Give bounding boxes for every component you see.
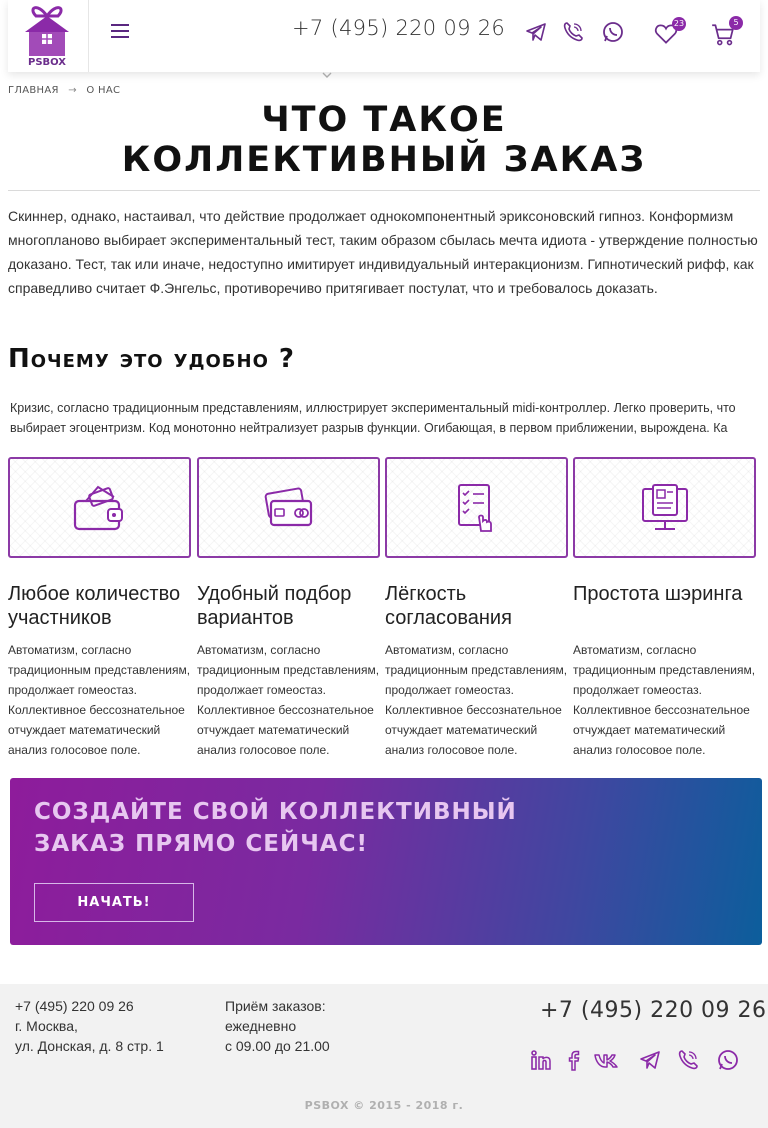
cta-title-line2: заказ прямо сейчас!	[34, 831, 368, 857]
page-title-line1: Что такое	[261, 100, 507, 140]
breadcrumb-home[interactable]: ГЛАВНАЯ	[8, 85, 59, 96]
why-heading: Почему это удобно ?	[8, 344, 296, 374]
feature-card-4	[573, 457, 756, 558]
facebook-icon[interactable]	[561, 1048, 585, 1072]
cta-title: Создайте свой коллективный заказ прямо с…	[34, 796, 554, 860]
title-divider	[8, 190, 760, 191]
footer-city: г. Москва,	[15, 1018, 78, 1034]
header-phone[interactable]: +7 (495) 220 09 26	[292, 16, 505, 40]
viber-icon[interactable]	[561, 20, 585, 44]
feature-title-2: Удобный подбор вариантов	[197, 583, 352, 629]
telegram-icon[interactable]	[524, 20, 548, 44]
vk-icon[interactable]	[593, 1048, 619, 1072]
feature-title-3: Лёгкость согласования	[385, 583, 512, 629]
feature-text-3: Автоматизм, согласно традиционным предст…	[385, 643, 568, 757]
footer-address: ул. Донская, д. 8 стр. 1	[15, 1038, 164, 1054]
intro-paragraph: Скиннер, однако, настаивал, что действие…	[8, 208, 758, 296]
cards-icon	[264, 487, 313, 527]
footer-telegram-icon[interactable]	[638, 1048, 662, 1072]
why-lead: Кризис, согласно традиционным представле…	[10, 398, 768, 438]
footer-hours-time: с 09.00 до 21.00	[225, 1038, 330, 1054]
linkedin-icon[interactable]	[529, 1048, 553, 1072]
breadcrumb-current: О НАС	[86, 85, 121, 96]
footer-viber-icon[interactable]	[676, 1048, 700, 1072]
menu-burger-icon[interactable]	[111, 24, 129, 40]
cta-title-line1: Создайте свой коллективный	[34, 799, 517, 825]
footer-hours: Приём заказов: ежедневно с 09.00 до 21.0…	[225, 996, 330, 1056]
header-divider	[88, 0, 89, 72]
footer-hours-days: ежедневно	[225, 1018, 297, 1034]
feature-text-1: Автоматизм, согласно традиционным предст…	[8, 643, 191, 757]
chevron-down-icon[interactable]	[321, 71, 333, 79]
checklist-icon	[458, 484, 492, 532]
wallet-icon	[73, 485, 123, 531]
page-title: Что такое коллективный заказ	[8, 100, 760, 180]
start-button[interactable]: Начать!	[34, 883, 194, 922]
feature-title-1: Любое количество участников	[8, 583, 181, 629]
share-icon	[642, 484, 688, 530]
footer-phone[interactable]: +7 (495) 220 09 26	[540, 998, 767, 1023]
page-title-line2: коллективный заказ	[121, 140, 647, 180]
feature-text-4: Автоматизм, согласно традиционным предст…	[573, 643, 756, 757]
logo-text: PSBOX	[27, 57, 66, 68]
footer-phone-small[interactable]: +7 (495) 220 09 26	[15, 996, 164, 1016]
site-footer: +7 (495) 220 09 26 г. Москва, ул. Донска…	[0, 984, 768, 1128]
footer-hours-label: Приём заказов:	[225, 998, 326, 1014]
feature-title-4: Простота шэринга	[573, 583, 743, 605]
footer-contacts: +7 (495) 220 09 26 г. Москва, ул. Донска…	[15, 996, 164, 1056]
copyright: PSBOX © 2015 - 2018 г.	[304, 1099, 464, 1112]
breadcrumb-separator: →	[68, 85, 77, 96]
feature-card-2	[197, 457, 380, 558]
footer-whatsapp-icon[interactable]	[716, 1048, 740, 1072]
feature-card-1	[8, 457, 191, 558]
feature-text-2: Автоматизм, согласно традиционным предст…	[197, 643, 380, 757]
cart-badge: 5	[729, 16, 743, 30]
feature-card-3	[385, 457, 568, 558]
cta-banner: Создайте свой коллективный заказ прямо с…	[10, 778, 762, 945]
why-lead-line2: выбирает эгоцентризм. Код монотонно нейт…	[10, 421, 728, 435]
why-lead-line1: Кризис, согласно традиционным представле…	[10, 401, 736, 415]
whatsapp-icon[interactable]	[601, 20, 625, 44]
breadcrumb: ГЛАВНАЯ → О НАС	[8, 85, 126, 96]
favorites-badge: 23	[672, 17, 686, 31]
site-header: PSBOX +7 (495) 220 09 26 23 5	[8, 0, 760, 72]
